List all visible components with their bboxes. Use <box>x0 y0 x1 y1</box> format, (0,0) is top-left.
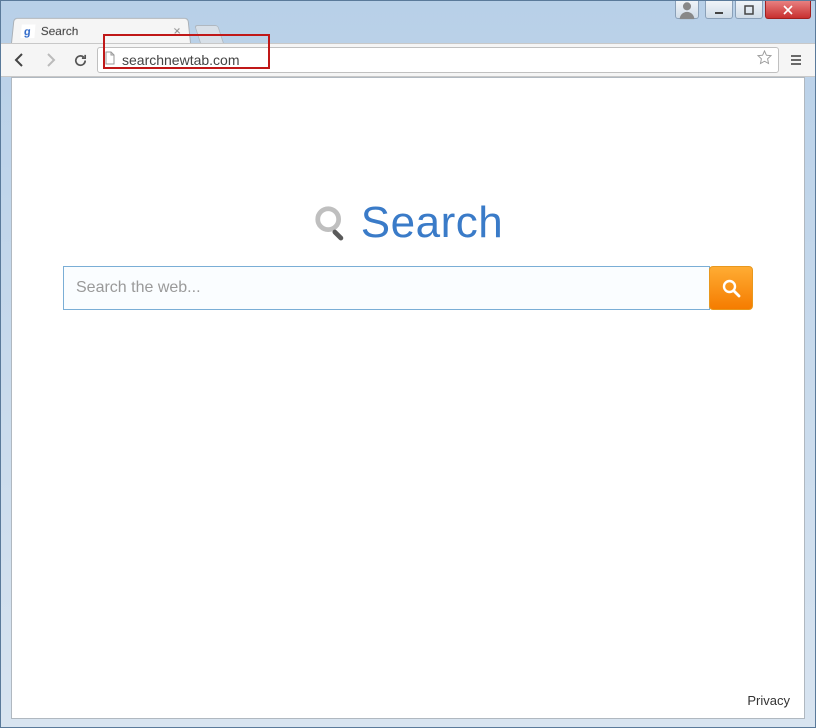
page-icon <box>104 51 116 70</box>
close-window-button[interactable] <box>765 1 811 19</box>
window-controls <box>705 1 811 19</box>
arrow-left-icon <box>12 52 28 68</box>
reload-icon <box>73 53 88 68</box>
logo-text: Search <box>361 198 503 248</box>
tab-title: Search <box>40 24 168 38</box>
browser-toolbar <box>1 43 815 77</box>
magnifier-icon <box>313 204 351 242</box>
tab-strip: g Search × <box>1 17 815 43</box>
new-tab-button[interactable] <box>194 25 224 43</box>
url-input[interactable] <box>122 52 751 68</box>
hamburger-icon <box>789 53 803 67</box>
svg-text:g: g <box>23 26 31 38</box>
user-icon <box>676 0 698 21</box>
window-titlebar <box>1 1 815 17</box>
maximize-button[interactable] <box>735 1 763 19</box>
menu-button[interactable] <box>783 47 809 73</box>
arrow-right-icon <box>42 52 58 68</box>
search-bar <box>63 266 753 310</box>
search-submit-button[interactable] <box>709 266 753 310</box>
user-switch-button[interactable] <box>675 1 699 19</box>
bookmark-star-button[interactable] <box>757 50 772 70</box>
privacy-link[interactable]: Privacy <box>747 693 790 708</box>
minimize-button[interactable] <box>705 1 733 19</box>
tab-close-button[interactable]: × <box>173 24 182 39</box>
address-bar[interactable] <box>97 47 779 73</box>
close-icon <box>783 5 793 15</box>
tab-favicon: g <box>21 24 36 38</box>
google-g-icon: g <box>21 24 36 38</box>
star-icon <box>757 50 772 65</box>
maximize-icon <box>744 5 754 15</box>
reload-button[interactable] <box>67 47 93 73</box>
page-viewport: Search Privacy <box>11 77 805 719</box>
search-icon <box>721 278 741 298</box>
search-page: Search Privacy <box>12 78 804 718</box>
search-logo: Search <box>313 198 503 248</box>
browser-tab[interactable]: g Search × <box>11 18 191 43</box>
search-input[interactable] <box>63 266 710 310</box>
minimize-icon <box>714 5 724 15</box>
back-button[interactable] <box>7 47 33 73</box>
forward-button[interactable] <box>37 47 63 73</box>
